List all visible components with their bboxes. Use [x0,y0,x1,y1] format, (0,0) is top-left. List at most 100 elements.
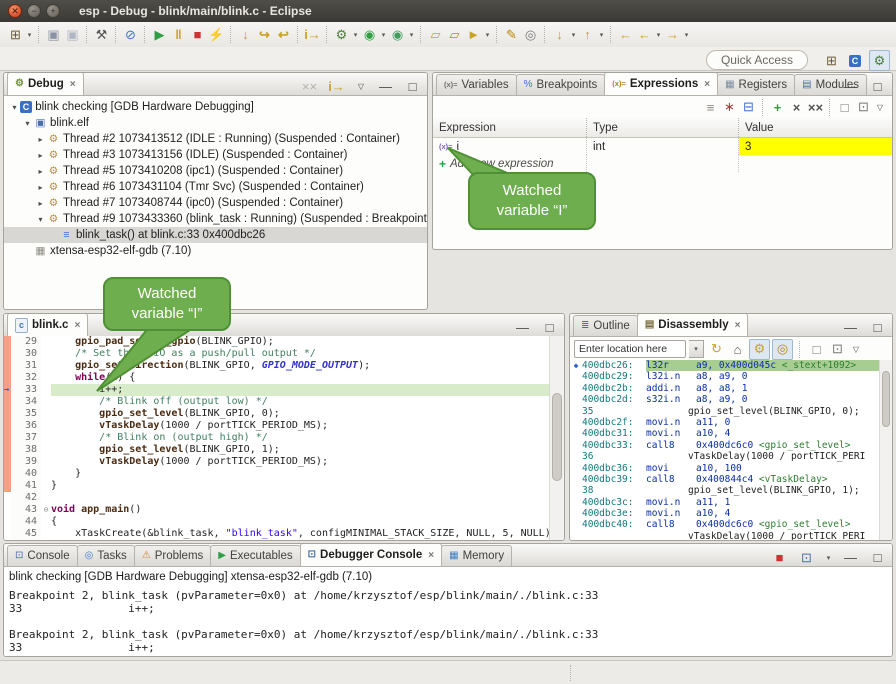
close-tab-icon[interactable]: × [70,79,76,90]
show-type-names-icon[interactable]: ≡ [701,98,720,117]
new-disassembly-view-icon[interactable]: □ [807,340,826,359]
external-tools-icon[interactable]: ◉ [388,25,407,44]
search-icon[interactable]: ◎ [521,25,540,44]
disassembly-line[interactable]: 400dbc40:call80x400dc6c0 <gpio_set_level… [570,519,880,530]
add-expression-icon[interactable]: + [768,98,787,117]
debug-bug-icon[interactable]: ⚙ [332,25,351,44]
debug-tree-item[interactable]: ≡blink_task() at blink.c:33 0x400dbc26 [4,227,427,243]
editor-line[interactable]: 43⊖void app_main() [4,504,550,516]
close-tab-icon[interactable]: × [74,320,80,331]
back-history-icon-menu[interactable]: ▾ [654,31,663,39]
disassembly-listing[interactable]: ◆400dbc26:l32ra9, 0x400d045c <_stext+109… [570,360,880,540]
maximize-icon[interactable]: □ [868,77,887,96]
disassembly-line[interactable]: 400dbc3e:movi.na10, 4 [570,508,880,519]
minimize-icon[interactable]: — [841,318,860,337]
new-wizard-icon[interactable]: ⊞ [6,25,25,44]
editor-line[interactable]: 36 vTaskDelay(1000 / portTICK_PERIOD_MS)… [4,420,550,432]
link-view-icon[interactable]: ⊡ [854,98,873,117]
forward-icon[interactable]: → [663,25,682,44]
debug-tree-item[interactable]: ▾▣blink.elf [4,115,427,131]
sync-active-context-icon[interactable]: ⚙ [749,339,770,360]
editor-line[interactable]: →33 i++; [4,384,550,396]
tab-outline[interactable]: ≣Outline [573,315,638,336]
expander-icon[interactable]: ▾ [22,119,33,128]
run-icon-menu[interactable]: ▾ [379,31,388,39]
view-menu-icon[interactable]: ▽ [354,80,368,94]
disassembly-line[interactable]: vTaskDelay(1000 / portTICK_PERI [570,531,880,540]
disassembly-scrollbar-thumb[interactable] [882,371,890,427]
instruction-stepping-mode-icon[interactable]: i→ [327,77,346,96]
open-folder-icon[interactable]: ▱ [445,25,464,44]
tab-variables[interactable]: (x)=Variables [436,74,517,95]
editor-line[interactable]: 29 gpio_pad_select_gpio(BLINK_GPIO); [4,336,550,348]
minimize-icon[interactable]: — [841,77,860,96]
quick-access-button[interactable]: Quick Access [706,50,808,70]
editor-line[interactable]: 38 gpio_set_level(BLINK_GPIO, 1); [4,444,550,456]
disassembly-line[interactable]: 400dbc2d:s32i.na8, a9, 0 [570,394,880,405]
step-into-icon[interactable]: ↓ [236,25,255,44]
editor-line[interactable]: 42 [4,492,550,504]
column-header-value[interactable]: Value [739,118,892,137]
editor-scrollbar-thumb[interactable] [552,393,562,481]
disassembly-line[interactable]: 400dbc31:movi.na10, 4 [570,428,880,439]
editor-line[interactable]: 35 gpio_set_level(BLINK_GPIO, 0); [4,408,550,420]
tab-breakpoints[interactable]: %Breakpoints [516,74,606,95]
debug-tree-item[interactable]: ▸⚙Thread #6 1073431104 (Tmr Svc) (Suspen… [4,179,427,195]
expander-icon[interactable]: ▸ [35,151,46,160]
tab-debug[interactable]: ⚙Debug× [7,72,84,95]
close-tab-icon[interactable]: × [704,79,710,90]
new-project-icon[interactable]: ▱ [426,25,445,44]
view-menu-icon[interactable]: ▽ [873,100,887,114]
disassembly-line[interactable]: 400dbc33:call80x400dc6c0 <gpio_set_level… [570,440,880,451]
previous-annotation-icon[interactable]: ↑ [578,25,597,44]
editor-line[interactable]: 39 vTaskDelay(1000 / portTICK_PERIOD_MS)… [4,456,550,468]
disconnect-icon[interactable]: ⚡ [207,25,226,44]
disassembly-line[interactable]: 400dbc2b:addi.na8, a8, 1 [570,383,880,394]
terminate-console-icon[interactable]: ■ [770,548,789,567]
close-tab-icon[interactable]: × [735,320,741,331]
editor-line[interactable]: 32 while(1) { [4,372,550,384]
tab-executables[interactable]: ▶Executables [210,545,300,566]
editor-line[interactable]: 41} [4,480,550,492]
home-icon[interactable]: ⌂ [728,340,747,359]
open-perspective-icon[interactable]: ⊞ [822,51,841,70]
skip-breakpoints-icon[interactable]: ⊘ [121,25,140,44]
tab-debugger-console[interactable]: ⊡Debugger Console× [300,543,442,566]
maximize-icon[interactable]: □ [868,318,887,337]
back-icon[interactable]: ← [616,25,635,44]
disassembly-line[interactable]: 36vTaskDelay(1000 / portTICK_PERI [570,451,880,462]
minimize-icon[interactable]: — [513,318,532,337]
maximize-icon[interactable]: □ [868,548,887,567]
add-expression-row[interactable]: + Add new expression [433,155,892,172]
maximize-icon[interactable]: □ [403,77,422,96]
editor-scrollbar[interactable] [549,336,564,540]
debug-perspective-icon[interactable]: ⚙ [869,50,890,71]
disassembly-line[interactable]: 400dbc39:call80x400844c4 <vTaskDelay> [570,474,880,485]
external-tools-icon-menu[interactable]: ▾ [407,31,416,39]
editor-line[interactable]: 34 /* Blink off (output low) */ [4,396,550,408]
editor-line[interactable]: 40 } [4,468,550,480]
view-menu-icon[interactable]: ▽ [849,342,863,356]
expander-icon[interactable]: ▾ [35,215,46,224]
disassembly-line[interactable]: 38gpio_set_level(BLINK_GPIO, 1); [570,485,880,496]
location-dropdown-icon[interactable]: ▾ [689,340,704,358]
remove-all-terminated-icon[interactable]: ×× [300,77,319,96]
tab-problems[interactable]: ⚠Problems [134,545,212,566]
terminate-icon[interactable]: ■ [188,25,207,44]
refresh-icon[interactable]: ↻ [707,340,726,359]
location-input[interactable]: Enter location here [574,340,686,358]
collapse-all-icon[interactable]: ⊟ [739,98,758,117]
disassembly-line[interactable]: 400dbc2f:movi.na11, 0 [570,417,880,428]
back-history-icon[interactable]: ← [635,25,654,44]
expression-value[interactable]: 3 [739,138,892,155]
expander-icon[interactable]: ▾ [9,103,20,112]
disassembly-line[interactable]: 400dbc36:movia10, 100 [570,463,880,474]
column-header-type[interactable]: Type [587,118,739,137]
tab-disassembly[interactable]: ▤Disassembly× [637,313,749,336]
editor-line[interactable]: 31 gpio_set_direction(BLINK_GPIO, GPIO_M… [4,360,550,372]
track-expression-icon[interactable]: ◎ [772,339,793,360]
editor-line[interactable]: 30 /* Set the GPIO as a push/pull output… [4,348,550,360]
debug-bug-icon-menu[interactable]: ▾ [351,31,360,39]
close-window-button[interactable]: ✕ [8,4,22,18]
debug-tree-item[interactable]: ▾C blink checking [GDB Hardware Debuggin… [4,99,427,115]
